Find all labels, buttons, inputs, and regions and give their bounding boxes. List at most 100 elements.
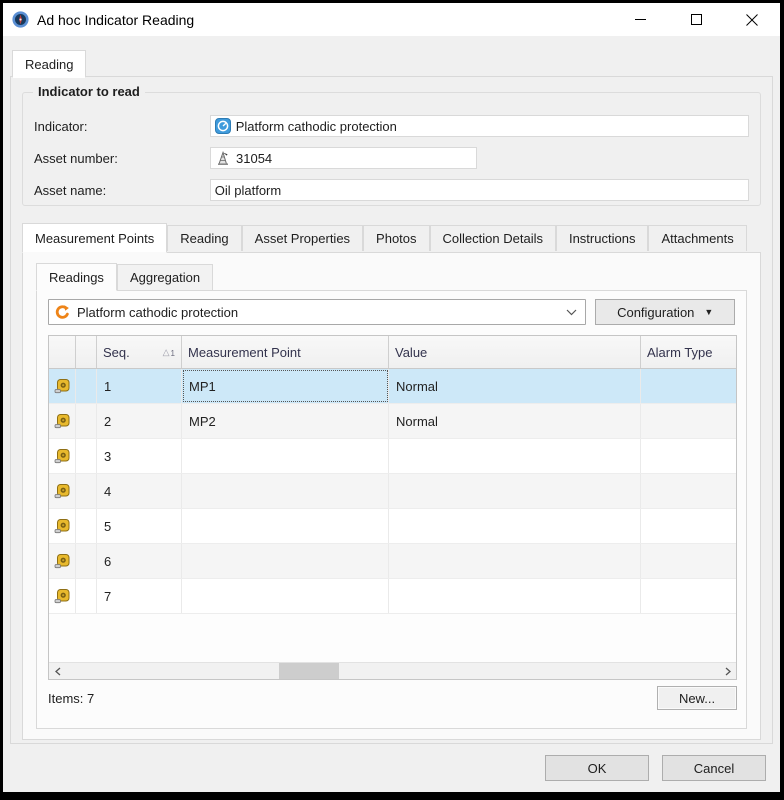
value-cell[interactable] (389, 544, 641, 578)
header-alarm-label: Alarm Type (647, 344, 713, 360)
alarm-type-cell[interactable] (641, 579, 736, 613)
alarm-type-cell[interactable] (641, 439, 736, 473)
close-icon (746, 13, 758, 26)
grid-footer-row: Items: 7 New... (48, 686, 737, 710)
asset-number-field-row: Asset number: 31054 (34, 147, 749, 169)
indicator-field[interactable]: Platform cathodic protection (209, 115, 749, 137)
measurement-point-cell[interactable] (182, 509, 389, 543)
sort-ascending-icon: △ 1 (162, 346, 175, 358)
alarm-type-cell[interactable] (641, 404, 736, 438)
header-seq-label: Seq. (103, 344, 130, 360)
tab-attachments[interactable]: Attachments (648, 225, 747, 251)
tab-reading[interactable]: Reading (167, 225, 242, 251)
new-button[interactable]: New... (657, 686, 737, 710)
grid-row-5[interactable]: 5 (49, 509, 736, 544)
scrollbar-track[interactable] (66, 663, 719, 679)
asset-name-field[interactable]: Oil platform (209, 179, 749, 201)
tab-asset-properties[interactable]: Asset Properties (241, 225, 364, 251)
gauge-icon (214, 118, 231, 134)
titlebar: Ad hoc Indicator Reading (3, 3, 780, 36)
indicator-combobox[interactable]: Platform cathodic protection (48, 299, 587, 325)
measurement-point-cell[interactable] (182, 439, 389, 473)
cancel-button[interactable]: Cancel (662, 755, 766, 781)
maximize-button[interactable] (668, 3, 724, 36)
tape-measure-icon (49, 474, 76, 508)
header-seq[interactable]: Seq. △ 1 (97, 336, 182, 368)
close-button[interactable] (724, 3, 780, 36)
value-cell[interactable] (389, 579, 641, 613)
tape-measure-icon (49, 404, 76, 438)
ok-button-label: OK (587, 760, 607, 776)
row-indicator-cell[interactable] (76, 544, 97, 578)
value-cell[interactable] (389, 439, 641, 473)
seq-cell[interactable]: 3 (97, 439, 182, 473)
header-alarm-type[interactable]: Alarm Type (641, 336, 736, 368)
tab-aggregation[interactable]: Aggregation (116, 264, 214, 290)
seq-cell[interactable]: 4 (97, 474, 182, 508)
grid-row-7[interactable]: 7 (49, 579, 736, 614)
dialog-footer: OK Cancel (3, 744, 780, 792)
value-cell[interactable] (389, 474, 641, 508)
alarm-type-cell[interactable] (641, 474, 736, 508)
tab-collection-details[interactable]: Collection Details (429, 225, 556, 251)
row-indicator-cell[interactable] (76, 579, 97, 613)
grid-row-2[interactable]: 2 MP2 Normal (49, 404, 736, 439)
tab-measurement-points[interactable]: Measurement Points (22, 223, 168, 253)
grid-row-6[interactable]: 6 (49, 544, 736, 579)
asset-name-label: Asset name: (34, 182, 107, 198)
header-mp-label: Measurement Point (188, 344, 301, 360)
header-row-icon-column[interactable] (49, 336, 76, 368)
grid-header: Seq. △ 1 Measurement Point Value Alarm Ty… (49, 336, 736, 369)
scrollbar-thumb[interactable] (278, 663, 339, 679)
measurement-points-grid: Seq. △ 1 Measurement Point Value Alarm Ty… (48, 335, 737, 680)
grid-row-4[interactable]: 4 (49, 474, 736, 509)
grid-row-3[interactable]: 3 (49, 439, 736, 474)
measurement-point-cell[interactable] (182, 579, 389, 613)
ok-button[interactable]: OK (545, 755, 649, 781)
tab-photos[interactable]: Photos (363, 225, 430, 251)
indicator-label: Indicator: (34, 118, 88, 134)
configuration-button[interactable]: Configuration ▼ (595, 299, 735, 325)
value-cell[interactable] (389, 509, 641, 543)
asset-number-field[interactable]: 31054 (210, 147, 477, 169)
tape-measure-icon (49, 369, 76, 403)
scroll-right-button[interactable] (719, 663, 736, 680)
seq-cell[interactable]: 7 (97, 579, 182, 613)
tape-measure-icon (49, 439, 76, 473)
header-value[interactable]: Value (389, 336, 641, 368)
row-indicator-cell[interactable] (76, 404, 97, 438)
seq-cell[interactable]: 5 (97, 509, 182, 543)
tab-instructions[interactable]: Instructions (555, 225, 649, 251)
measurement-point-cell[interactable]: MP2 (182, 404, 389, 438)
header-indicator-column[interactable] (76, 336, 97, 368)
tape-measure-icon (49, 509, 76, 543)
header-measurement-point[interactable]: Measurement Point (182, 336, 389, 368)
tab-reading-outer[interactable]: Reading (12, 50, 87, 78)
row-indicator-cell[interactable] (76, 439, 97, 473)
seq-cell[interactable]: 6 (97, 544, 182, 578)
row-indicator-cell[interactable] (76, 509, 97, 543)
alarm-type-cell[interactable] (641, 369, 736, 403)
tab-readings[interactable]: Readings (36, 263, 117, 291)
row-indicator-cell[interactable] (76, 369, 97, 403)
value-cell[interactable]: Normal (389, 404, 641, 438)
measurement-point-cell[interactable] (182, 544, 389, 578)
seq-cell[interactable]: 1 (97, 369, 182, 403)
minimize-button[interactable] (612, 3, 668, 36)
measurement-point-cell[interactable]: MP1 (182, 369, 389, 403)
seq-cell[interactable]: 2 (97, 404, 182, 438)
combobox-value: Platform cathodic protection (77, 304, 239, 320)
asset-name-field-row: Asset name: Oil platform (34, 179, 749, 201)
horizontal-scrollbar[interactable] (49, 662, 736, 679)
scroll-left-button[interactable] (49, 663, 66, 680)
alarm-type-cell[interactable] (641, 544, 736, 578)
row-indicator-cell[interactable] (76, 474, 97, 508)
alarm-type-cell[interactable] (641, 509, 736, 543)
asset-name-value: Oil platform (214, 182, 282, 198)
grid-row-1[interactable]: 1 MP1 Normal (49, 369, 736, 404)
value-cell[interactable]: Normal (389, 369, 641, 403)
reading-tab-panel: Indicator to read Indicator: Platform ca… (10, 76, 773, 744)
dialog-window: Ad hoc Indicator Reading Reading Indicat… (0, 0, 784, 800)
measurement-point-cell[interactable] (182, 474, 389, 508)
minimize-icon (634, 19, 646, 20)
